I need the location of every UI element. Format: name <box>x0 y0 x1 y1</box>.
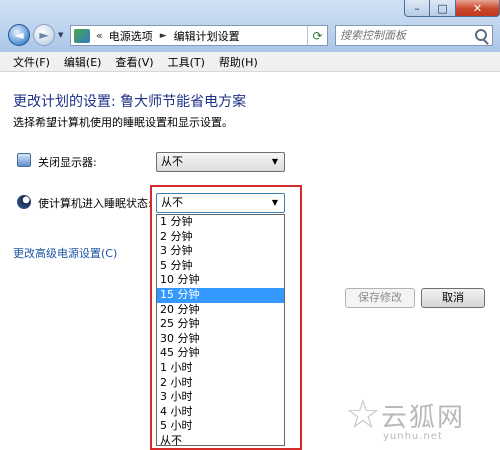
menu-tools[interactable]: 工具(T) <box>161 54 212 70</box>
address-bar[interactable]: « 电源选项 ► 编辑计划设置 <box>70 25 328 46</box>
breadcrumb-separator-icon[interactable]: ► <box>160 31 167 41</box>
recent-pages-dropdown[interactable]: ▼ <box>58 31 63 39</box>
search-box[interactable] <box>335 25 493 46</box>
address-overflow-chevron[interactable]: « <box>96 29 103 42</box>
display-off-select[interactable]: 从不 ▼ <box>156 152 285 172</box>
page-subtitle: 选择希望计算机使用的睡眠设置和显示设置。 <box>13 116 233 129</box>
annotation-highlight-box <box>150 185 302 450</box>
display-off-label: 关闭显示器: <box>38 156 97 169</box>
menu-view[interactable]: 查看(V) <box>108 54 160 70</box>
sleep-label: 使计算机进入睡眠状态: <box>38 197 152 210</box>
maximize-button[interactable]: □ <box>430 0 456 17</box>
close-button[interactable]: ✕ <box>456 0 500 17</box>
search-icon[interactable] <box>475 29 487 41</box>
menu-help[interactable]: 帮助(H) <box>212 54 265 70</box>
forward-button[interactable]: ► <box>33 24 55 46</box>
monitor-icon <box>17 153 31 167</box>
search-input[interactable] <box>336 26 466 45</box>
page-title: 更改计划的设置: 鲁大师节能省电方案 <box>13 94 247 110</box>
control-panel-icon <box>74 28 90 43</box>
minimize-button[interactable]: – <box>404 0 430 17</box>
sleep-moon-icon <box>17 195 31 209</box>
refresh-button[interactable]: ⟳ <box>307 25 328 46</box>
menu-bar: 文件(F) 编辑(E) 查看(V) 工具(T) 帮助(H) <box>0 52 500 72</box>
menu-file[interactable]: 文件(F) <box>0 54 57 70</box>
window-titlebar: – □ ✕ ◄ ► ▼ « 电源选项 ► 编辑计划设置 ⟳ <box>0 0 500 52</box>
advanced-power-settings-link[interactable]: 更改高级电源设置(C) <box>13 245 117 261</box>
watermark-name: 云狐网 <box>381 403 466 433</box>
caption-buttons: – □ ✕ <box>404 0 500 18</box>
cancel-button[interactable]: 取消 <box>421 288 485 308</box>
back-button[interactable]: ◄ <box>8 24 30 46</box>
breadcrumb-edit-plan[interactable]: 编辑计划设置 <box>174 28 240 44</box>
watermark: ☆ 云狐网 yunhu.net <box>345 393 495 448</box>
breadcrumb-power-options[interactable]: 电源选项 <box>109 28 153 44</box>
chevron-down-icon: ▼ <box>271 157 278 166</box>
save-button[interactable]: 保存修改 <box>345 288 415 308</box>
menu-edit[interactable]: 编辑(E) <box>57 54 109 70</box>
watermark-url: yunhu.net <box>383 431 443 442</box>
content-pane: 更改计划的设置: 鲁大师节能省电方案 选择希望计算机使用的睡眠设置和显示设置。 … <box>0 73 500 450</box>
display-off-value: 从不 <box>161 155 183 168</box>
watermark-star-icon: ☆ <box>345 392 381 438</box>
